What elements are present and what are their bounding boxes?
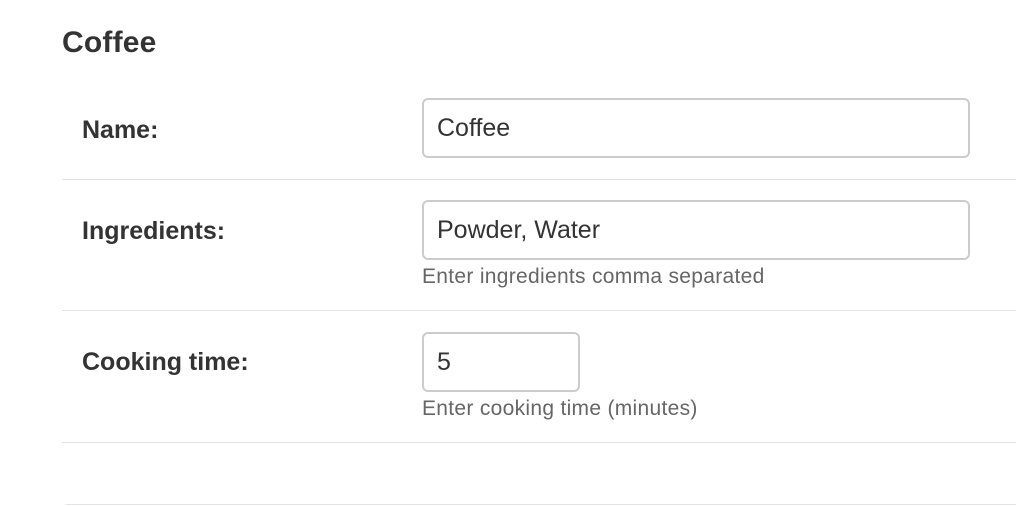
ingredients-label: Ingredients: bbox=[82, 217, 226, 245]
form-row-name: Name: bbox=[62, 80, 1016, 180]
form-row-cooking-time: Cooking time: Enter cooking time (minute… bbox=[62, 311, 1016, 443]
recipe-edit-form: Coffee Name: Ingredients: Enter ingredie… bbox=[0, 0, 1016, 506]
name-label: Name: bbox=[82, 116, 159, 144]
cooking-time-label: Cooking time: bbox=[82, 348, 249, 376]
name-input[interactable] bbox=[422, 98, 970, 158]
form-row-ingredients: Ingredients: Enter ingredients comma sep… bbox=[62, 180, 1016, 311]
page-title: Coffee bbox=[62, 26, 157, 59]
cooking-time-input[interactable] bbox=[422, 332, 580, 392]
section-divider bbox=[66, 504, 1016, 505]
ingredients-help-text: Enter ingredients comma separated bbox=[422, 265, 765, 288]
ingredients-input[interactable] bbox=[422, 200, 970, 260]
cooking-time-help-text: Enter cooking time (minutes) bbox=[422, 397, 698, 420]
